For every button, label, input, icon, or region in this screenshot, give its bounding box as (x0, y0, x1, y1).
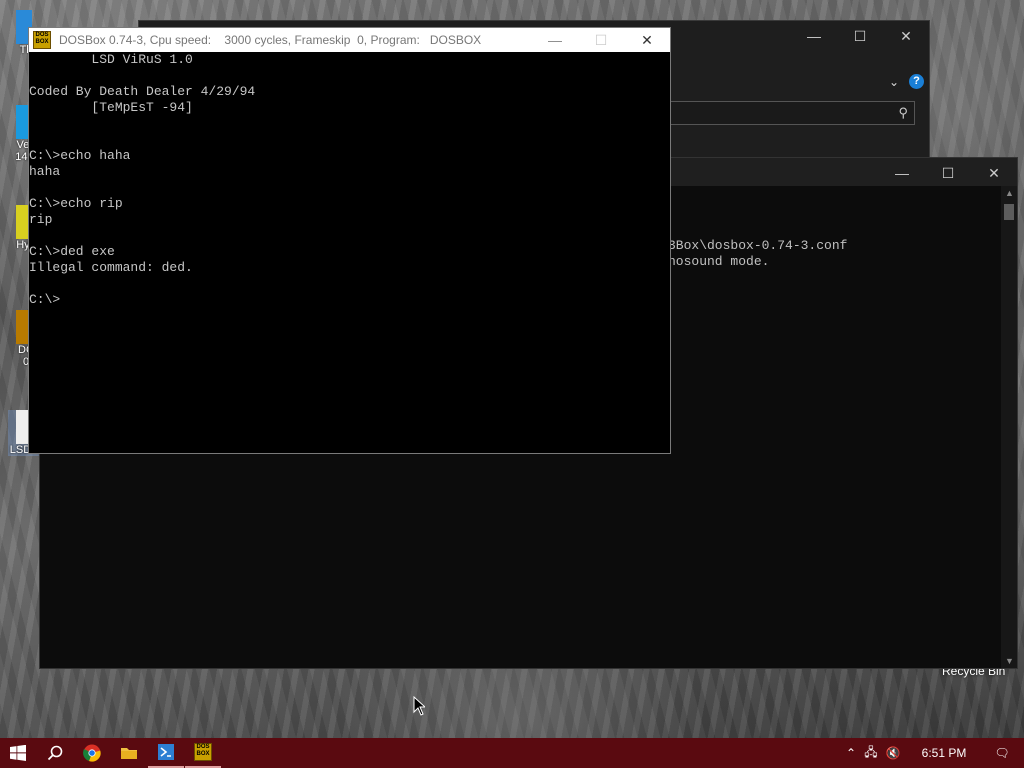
chrome-icon (83, 744, 101, 762)
notifications-icon[interactable]: 🗨 (992, 746, 1012, 760)
dosbox-app-icon: DOS BOX (33, 31, 51, 49)
network-icon[interactable]: 🖧 (860, 743, 882, 764)
maximize-button[interactable]: ☐ (837, 21, 883, 51)
search-button[interactable] (37, 738, 73, 768)
help-icon[interactable]: ? (909, 74, 924, 89)
file-explorer-button[interactable] (111, 738, 147, 768)
close-button[interactable]: ✕ (883, 21, 929, 51)
chevron-down-icon[interactable]: ⌄ (889, 75, 899, 89)
dos-screen-line: Coded By Death Dealer 4/29/94 (29, 84, 256, 99)
show-hidden-icons-icon[interactable]: ⌃ (842, 746, 860, 760)
scrollbar[interactable]: ▲ ▼ (1001, 186, 1017, 668)
dos-screen-line: C:\> (29, 292, 61, 307)
maximize-button[interactable]: ☐ (925, 158, 971, 188)
dos-screen-line: rip (29, 212, 53, 227)
search-icon (47, 745, 63, 761)
maximize-button[interactable]: ☐ (578, 28, 624, 52)
visual-studio-icon (158, 744, 174, 760)
mouse-cursor-icon (413, 696, 425, 716)
dos-screen-line: C:\>ded exe (29, 244, 115, 259)
dos-screen-line: Illegal command: ded. (29, 260, 193, 275)
console-line: nosound mode. (668, 254, 770, 269)
console-line: 3Box\dosbox-0.74-3.conf (668, 238, 848, 253)
dos-screen[interactable]: LSD ViRuS 1.0 Coded By Death Dealer 4/29/… (29, 52, 670, 453)
dos-screen-line: haha (29, 164, 61, 179)
window-title: DOSBox 0.74-3, Cpu speed: 3000 cycles, F… (59, 33, 482, 47)
scroll-up-icon[interactable]: ▲ (1005, 188, 1014, 198)
close-button[interactable]: ✕ (971, 158, 1017, 188)
minimize-button[interactable]: — (791, 21, 837, 51)
chrome-button[interactable] (74, 738, 110, 768)
dos-screen-line: C:\>echo rip (29, 196, 123, 211)
dosbox-titlebar[interactable]: DOS BOX DOSBox 0.74-3, Cpu speed: 3000 cy… (29, 28, 670, 52)
dosbox-taskbar-button[interactable]: DOS BOX (185, 738, 221, 768)
dosbox-window[interactable]: DOS BOX DOSBox 0.74-3, Cpu speed: 3000 cy… (28, 27, 671, 454)
windows-icon (10, 745, 26, 761)
dos-screen-line: [TeMpEsT -94] (29, 100, 193, 115)
console-output: 3Box\dosbox-0.74-3.conf nosound mode. (668, 238, 847, 270)
volume-muted-icon[interactable]: 🔇 (882, 746, 904, 760)
dos-screen-line: C:\>echo haha (29, 148, 131, 163)
search-icon[interactable]: ⚲ (898, 105, 908, 121)
scroll-thumb[interactable] (1004, 204, 1014, 220)
clock[interactable]: 6:51 PM (914, 746, 974, 760)
minimize-button[interactable]: — (879, 158, 925, 188)
dos-screen-line: LSD ViRuS 1.0 (29, 52, 193, 67)
folder-icon (121, 748, 137, 759)
scroll-down-icon[interactable]: ▼ (1005, 656, 1014, 666)
visual-studio-button[interactable] (148, 738, 184, 768)
start-button[interactable] (0, 738, 36, 768)
minimize-button[interactable]: — (532, 28, 578, 52)
dosbox-icon: DOS BOX (194, 743, 212, 761)
search-input[interactable]: ⚲ (669, 101, 915, 125)
close-button[interactable]: ✕ (624, 28, 670, 52)
taskbar: DOS BOX ⌃ 🖧 🔇 6:51 PM 🗨 (0, 738, 1024, 768)
